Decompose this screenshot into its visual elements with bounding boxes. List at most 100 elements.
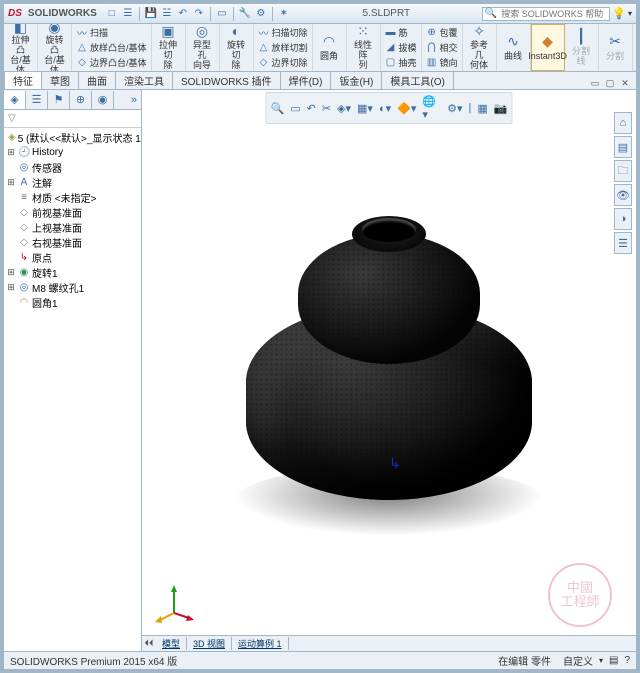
fm-tab-property-icon[interactable]: ☰	[26, 91, 48, 109]
taskpane-resources-icon[interactable]: ⌂	[614, 112, 632, 134]
fillet-button[interactable]: ◠圆角	[313, 24, 347, 71]
ribbon: ◧拉伸凸台/基体 ◉旋转凸台/基体 〰扫描 △放样凸台/基体 ◇边界凸台/基体 …	[4, 24, 636, 72]
lofted-boss-button[interactable]: △放样凸台/基体	[76, 41, 147, 54]
fm-tab-config-icon[interactable]: ⚑	[48, 91, 70, 109]
tab-weldments[interactable]: 焊件(D)	[280, 71, 332, 89]
print-icon[interactable]: ☱	[160, 7, 174, 21]
tree-plane-right[interactable]: ◇右视基准面	[4, 235, 141, 250]
tab-render[interactable]: 渲染工具	[115, 71, 173, 89]
select-icon[interactable]: ▭	[215, 7, 229, 21]
fm-tab-arrow-icon[interactable]: »	[114, 91, 141, 109]
tab-features[interactable]: 特征	[4, 71, 42, 89]
new-icon[interactable]: □	[105, 7, 119, 21]
status-bar: SOLIDWORKS Premium 2015 x64 版 在编辑 零件 自定义…	[4, 651, 636, 669]
taskpane-view-icon[interactable]: 👁	[614, 184, 632, 206]
move-copy-button[interactable]: ⇄移动/复制实体	[633, 24, 636, 71]
split-line-button[interactable]: ┃分割线	[565, 24, 599, 71]
tab-surfaces[interactable]: 曲面	[78, 71, 116, 89]
tree-thread-hole[interactable]: ⊞◎M8 螺纹孔1	[4, 280, 141, 295]
brand-logo: DS	[8, 8, 22, 19]
revolved-cut-button[interactable]: ◐旋转切除	[220, 24, 254, 71]
taskpane-appearance-icon[interactable]: ◑	[614, 208, 632, 230]
mirror-button[interactable]: ▥镜向	[426, 56, 458, 69]
part-thread-hole	[362, 218, 416, 242]
help-icon[interactable]: 💡	[612, 7, 626, 20]
view-triad[interactable]	[154, 583, 194, 623]
tree-origin[interactable]: ↳原点	[4, 250, 141, 265]
rib-button[interactable]: ▬筋	[385, 26, 417, 39]
tree-plane-front[interactable]: ◇前视基准面	[4, 205, 141, 220]
undo-icon[interactable]: ↶	[176, 7, 190, 21]
tab-sheetmetal[interactable]: 钣金(H)	[330, 71, 382, 89]
tree-sensors[interactable]: ◎传感器	[4, 160, 141, 175]
hole-wizard-button[interactable]: ◎异型孔向导	[186, 24, 220, 71]
status-dropdown-icon[interactable]: ▾	[599, 656, 603, 665]
boss-stack: 〰扫描 △放样凸台/基体 ◇边界凸台/基体	[72, 24, 152, 71]
extruded-boss-button[interactable]: ◧拉伸凸台/基体	[4, 24, 38, 71]
tree-history[interactable]: ⊞🕘History	[4, 145, 141, 160]
boundary-cut-button[interactable]: ◇边界切除	[258, 56, 308, 69]
tab-model[interactable]: 模型	[156, 637, 187, 650]
revolved-boss-button[interactable]: ◉旋转凸台/基体	[38, 24, 72, 71]
tab-moldtools[interactable]: 模具工具(O)	[381, 71, 453, 89]
fm-panel-tabs: ◈ ☰ ⚑ ⊕ ◉ »	[4, 90, 141, 110]
save-icon[interactable]: 💾	[144, 7, 158, 21]
swept-cut-button[interactable]: 〰扫描切除	[258, 26, 308, 39]
window-close-icon[interactable]: ✕	[618, 77, 632, 89]
redo-icon[interactable]: ↷	[192, 7, 206, 21]
window-minimize-icon[interactable]: ▭	[588, 77, 602, 89]
tab-3dview[interactable]: 3D 视图	[187, 637, 232, 650]
shell-button[interactable]: ▢抽壳	[385, 56, 417, 69]
linear-pattern-button[interactable]: ⁙线性阵列	[347, 24, 381, 71]
gear-icon[interactable]: ✶	[277, 7, 291, 21]
tree-plane-top[interactable]: ◇上视基准面	[4, 220, 141, 235]
instant3d-button[interactable]: ◆Instant3D	[531, 24, 565, 71]
taskpane-properties-icon[interactable]: ☰	[614, 232, 632, 254]
fm-tab-display-icon[interactable]: ◉	[92, 91, 114, 109]
open-icon[interactable]: ☰	[121, 7, 135, 21]
tree-fillet1[interactable]: ◠圆角1	[4, 295, 141, 310]
curves-button[interactable]: ∿曲线	[497, 24, 531, 71]
reference-geometry-button[interactable]: ✧参考几何体	[463, 24, 497, 71]
status-version: SOLIDWORKS Premium 2015 x64 版	[10, 653, 177, 668]
window-restore-icon[interactable]: ▢	[603, 77, 617, 89]
tab-sketch[interactable]: 草图	[41, 71, 79, 89]
status-custom[interactable]: 自定义	[563, 653, 593, 668]
help-search-input[interactable]	[499, 9, 609, 19]
lofted-cut-button[interactable]: △放样切割	[258, 41, 308, 54]
fm-tab-dim-icon[interactable]: ⊕	[70, 91, 92, 109]
intersect-button[interactable]: ⋂相交	[426, 41, 458, 54]
status-mode: 在编辑 零件	[498, 653, 551, 668]
taskpane-library-icon[interactable]: ▤	[614, 136, 632, 158]
model-render: ↳	[142, 90, 636, 651]
wrap-button[interactable]: ⊕包覆	[426, 26, 458, 39]
tree-root[interactable]: ◈5 (默认<<默认>_显示状态 1>)	[4, 130, 141, 145]
status-flag-icon[interactable]: ▤	[609, 655, 618, 666]
help-search[interactable]: 🔍	[482, 7, 610, 21]
rebuild-icon[interactable]: 🔧	[238, 7, 252, 21]
swept-boss-button[interactable]: 〰扫描	[76, 26, 147, 39]
draft-button[interactable]: ◢拔模	[385, 41, 417, 54]
fm-filter[interactable]: ▽	[4, 110, 141, 128]
extruded-cut-button[interactable]: ▣拉伸切除	[152, 24, 186, 71]
tab-addins[interactable]: SOLIDWORKS 插件	[172, 71, 281, 89]
search-icon: 🔍	[483, 8, 499, 19]
tab-motion-study[interactable]: 运动算例 1	[232, 637, 289, 650]
cut-stack: 〰扫描切除 △放样切割 ◇边界切除	[254, 24, 313, 71]
part-cone	[298, 234, 480, 364]
viewport[interactable]: 🔍 ▭ ↶ ✂ ◈▾ ▦▾ ◐▾ 🔶▾ 🌐▾ ⚙▾ | ▦ 📷	[142, 90, 636, 651]
tab-scroll-left-icon[interactable]: ⏴⏴	[142, 638, 156, 649]
taskpane-explorer-icon[interactable]: 🗀	[614, 160, 632, 182]
boundary-boss-button[interactable]: ◇边界凸台/基体	[76, 56, 147, 69]
tree-annotations[interactable]: ⊞A注解	[4, 175, 141, 190]
fm-tab-tree-icon[interactable]: ◈	[4, 91, 26, 109]
tree-revolve1[interactable]: ⊞◉旋转1	[4, 265, 141, 280]
tree-material[interactable]: ≡材质 <未指定>	[4, 190, 141, 205]
status-help-icon[interactable]: ?	[624, 655, 630, 666]
task-pane: ⌂ ▤ 🗀 👁 ◑ ☰	[614, 112, 632, 254]
command-tabs: 特征 草图 曲面 渲染工具 SOLIDWORKS 插件 焊件(D) 钣金(H) …	[4, 72, 636, 90]
split-button[interactable]: ✂分割	[599, 24, 633, 71]
options-icon[interactable]: ⚙	[254, 7, 268, 21]
dropdown-icon[interactable]: ▾	[628, 9, 632, 18]
brand-text: SOLIDWORKS	[28, 8, 97, 19]
